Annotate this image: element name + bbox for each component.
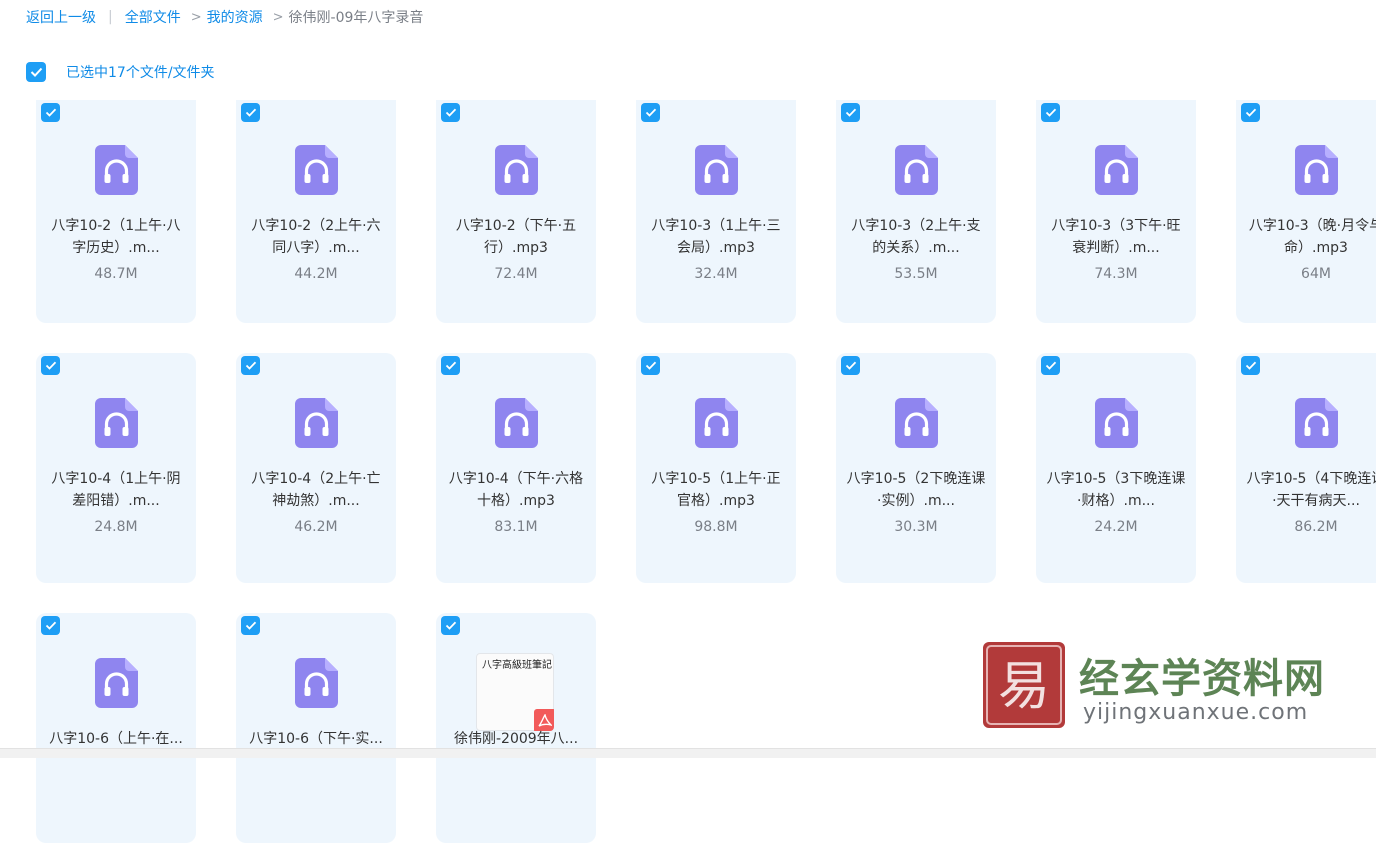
file-card[interactable]: 八字10-4（下午·六格十格）.mp3 83.1M [436,353,596,583]
file-size: 44.2M [294,266,338,282]
file-card[interactable]: 八字10-3（2上午·支的关系）.m... 53.5M [836,100,996,323]
file-size: 64M [1301,266,1331,282]
file-card[interactable]: 八字10-5（3下晚连课·财格）.m... 24.2M [1036,353,1196,583]
file-name: 八字10-3（晚·月令与命）.mp3 [1248,218,1376,256]
file-card[interactable]: 八字10-5（4下晚连课·天干有病天... 86.2M [1236,353,1376,583]
file-checkbox[interactable] [841,356,860,375]
audio-file-icon [1095,398,1138,448]
breadcrumb-divider: | [108,9,113,25]
audio-file-icon [695,398,738,448]
file-checkbox[interactable] [241,103,260,122]
audio-file-icon [895,398,938,448]
file-name: 八字10-6（上午·在... [49,731,183,747]
audio-file-icon [495,398,538,448]
breadcrumb-current-folder: 徐伟刚-09年八字录音 [288,10,424,26]
file-card[interactable]: 八字10-3（3下午·旺衰判断）.m... 74.3M [1036,100,1196,323]
file-size: 98.8M [694,519,738,535]
select-all-checkbox[interactable] [26,62,46,82]
file-name: 八字10-4（2上午·亡神劫煞）.m... [251,471,381,509]
file-name: 八字10-3（3下午·旺衰判断）.m... [1051,218,1181,256]
selection-count-text: 已选中17个文件/文件夹 [66,65,215,81]
file-name: 八字10-4（1上午·阴差阳错）.m... [51,471,181,509]
file-checkbox[interactable] [441,356,460,375]
audio-file-icon [495,145,538,195]
file-name: 八字10-2（2上午·六同八字）.m... [251,218,381,256]
file-name: 八字10-5（4下晚连课·天干有病天... [1246,471,1376,509]
file-checkbox[interactable] [1041,356,1060,375]
breadcrumb: 返回上一级 | 全部文件 > 我的资源 > 徐伟刚-09年八字录音 [26,6,423,28]
file-checkbox[interactable] [1241,356,1260,375]
watermark-url: yijingxuanxue.com [1083,700,1309,725]
file-name: 八字10-3（2上午·支的关系）.m... [851,218,981,256]
file-card[interactable]: 八字10-4（1上午·阴差阳错）.m... 24.8M [36,353,196,583]
file-checkbox[interactable] [1241,103,1260,122]
audio-file-icon [95,658,138,708]
file-checkbox[interactable] [641,103,660,122]
file-size: 24.2M [1094,519,1138,535]
file-size: 24.8M [94,519,138,535]
audio-file-icon [295,398,338,448]
file-name: 八字10-4（下午·六格十格）.mp3 [448,471,584,509]
file-card[interactable]: 八字10-6（下午·实... [236,613,396,843]
breadcrumb-arrow-icon: > [190,9,202,25]
file-checkbox[interactable] [441,616,460,635]
file-card[interactable]: 八字10-4（2上午·亡神劫煞）.m... 46.2M [236,353,396,583]
audio-file-icon [295,658,338,708]
file-checkbox[interactable] [241,356,260,375]
pdf-thumbnail-title: 八字高級班筆記 [482,660,552,671]
file-checkbox[interactable] [41,616,60,635]
file-size: 83.1M [494,519,538,535]
breadcrumb-arrow-icon: > [272,9,284,25]
file-name: 八字10-2（1上午·八字历史）.m... [51,218,181,256]
selection-bar: 已选中17个文件/文件夹 [26,61,215,83]
file-name: 八字10-5（1上午·正官格）.mp3 [651,471,781,509]
file-checkbox[interactable] [441,103,460,122]
file-checkbox[interactable] [841,103,860,122]
file-name: 八字10-5（3下晚连课·财格）.m... [1046,471,1186,509]
pdf-file-icon: 八字高級班筆記 [476,653,554,731]
audio-file-icon [95,145,138,195]
file-card[interactable]: 八字10-2（2上午·六同八字）.m... 44.2M [236,100,396,323]
file-checkbox[interactable] [641,356,660,375]
audio-file-icon [695,145,738,195]
file-size: 53.5M [894,266,938,282]
file-size: 86.2M [1294,519,1338,535]
file-checkbox[interactable] [41,103,60,122]
audio-file-icon [895,145,938,195]
audio-file-icon [1295,145,1338,195]
file-size: 48.7M [94,266,138,282]
file-checkbox[interactable] [241,616,260,635]
audio-file-icon [95,398,138,448]
file-name: 八字10-6（下午·实... [249,731,383,747]
file-size: 46.2M [294,519,338,535]
file-card[interactable]: 八字10-2（1上午·八字历史）.m... 48.7M [36,100,196,323]
file-name: 八字10-2（下午·五行）.mp3 [455,218,577,256]
file-name: 八字10-5（2下晚连课·实例）.m... [846,471,986,509]
file-card[interactable]: 八字10-3（1上午·三会局）.mp3 32.4M [636,100,796,323]
audio-file-icon [1095,145,1138,195]
svg-text:易: 易 [998,657,1050,717]
file-size: 72.4M [494,266,538,282]
file-name: 八字10-3（1上午·三会局）.mp3 [651,218,781,256]
breadcrumb-my-resources[interactable]: 我的资源 [207,7,263,27]
watermark-logo: 易 经玄学资料网 yijingxuanxue.com [983,642,1376,732]
audio-file-icon [295,145,338,195]
watermark-text: 经玄学资料网 [1079,656,1325,702]
file-size: 74.3M [1094,266,1138,282]
file-size: 32.4M [694,266,738,282]
file-checkbox[interactable] [1041,103,1060,122]
file-card[interactable]: 八字10-6（上午·在... [36,613,196,843]
file-checkbox[interactable] [41,356,60,375]
breadcrumb-all-files[interactable]: 全部文件 [125,7,181,27]
file-card[interactable]: 八字高級班筆記徐伟刚-2009年八... [436,613,596,843]
file-size: 30.3M [894,519,938,535]
file-card[interactable]: 八字10-5（2下晚连课·实例）.m... 30.3M [836,353,996,583]
file-card[interactable]: 八字10-5（1上午·正官格）.mp3 98.8M [636,353,796,583]
seal-logo: 易 [983,642,1065,728]
file-name: 徐伟刚-2009年八... [453,731,579,747]
back-link[interactable]: 返回上一级 [26,7,96,27]
file-card[interactable]: 八字10-3（晚·月令与命）.mp3 64M [1236,100,1376,323]
file-card[interactable]: 八字10-2（下午·五行）.mp3 72.4M [436,100,596,323]
audio-file-icon [1295,398,1338,448]
